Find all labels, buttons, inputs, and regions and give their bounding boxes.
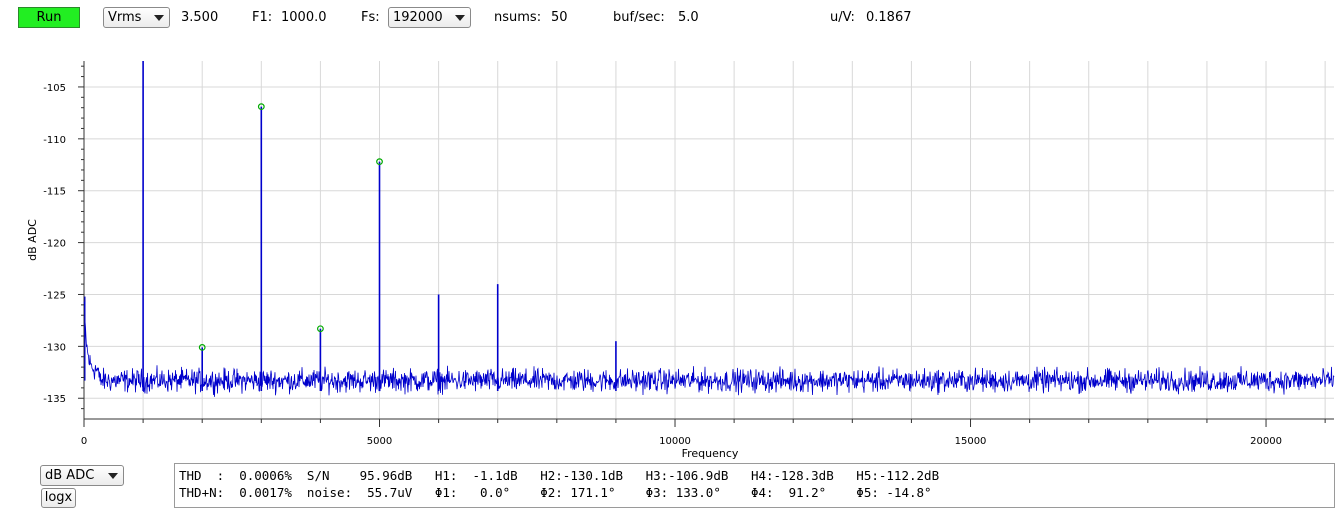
logx-button[interactable]: logx bbox=[41, 488, 76, 508]
y-tick-label: -110 bbox=[43, 135, 66, 146]
y-axis-label: dB ADC bbox=[26, 219, 39, 261]
y-tick-label: -105 bbox=[43, 83, 66, 94]
x-tick-label: 5000 bbox=[367, 436, 392, 447]
noise-trace bbox=[83, 301, 1335, 397]
stats-line-thdn: THD+N: 0.0017% noise: 55.7uV Φ1: 0.0° Φ2… bbox=[179, 485, 932, 500]
y-tick-label: -125 bbox=[43, 290, 66, 301]
scale-select[interactable]: dB ADC bbox=[40, 465, 124, 486]
chevron-down-icon bbox=[108, 473, 118, 479]
scale-select-value: dB ADC bbox=[45, 468, 95, 483]
axis-labels: Frequency dB ADC bbox=[26, 219, 739, 460]
y-tick-label: -115 bbox=[43, 187, 66, 198]
x-tick-label: 0 bbox=[81, 436, 87, 447]
x-tick-label: 15000 bbox=[955, 436, 987, 447]
x-axis-label: Frequency bbox=[682, 447, 739, 460]
y-tick-label: -120 bbox=[43, 239, 66, 250]
distortion-stats-panel: THD : 0.0006% S/N 95.96dB H1: -1.1dB H2:… bbox=[174, 463, 1335, 508]
y-tick-label: -130 bbox=[43, 342, 66, 353]
x-tick-label: 10000 bbox=[659, 436, 691, 447]
spectrum-plot[interactable]: -105 -110 -115 -120 -125 -130 -135 0 5000 10000 15… bbox=[0, 0, 1336, 462]
plot-grid bbox=[83, 61, 1334, 419]
stats-line-thd: THD : 0.0006% S/N 95.96dB H1: -1.1dB H2:… bbox=[179, 468, 940, 483]
harmonic-markers bbox=[198, 103, 383, 351]
plot-axes: -105 -110 -115 -120 -125 -130 -135 0 5000 10000 15… bbox=[43, 61, 1334, 447]
y-tick-label: -135 bbox=[43, 394, 66, 405]
x-tick-label: 20000 bbox=[1250, 436, 1282, 447]
